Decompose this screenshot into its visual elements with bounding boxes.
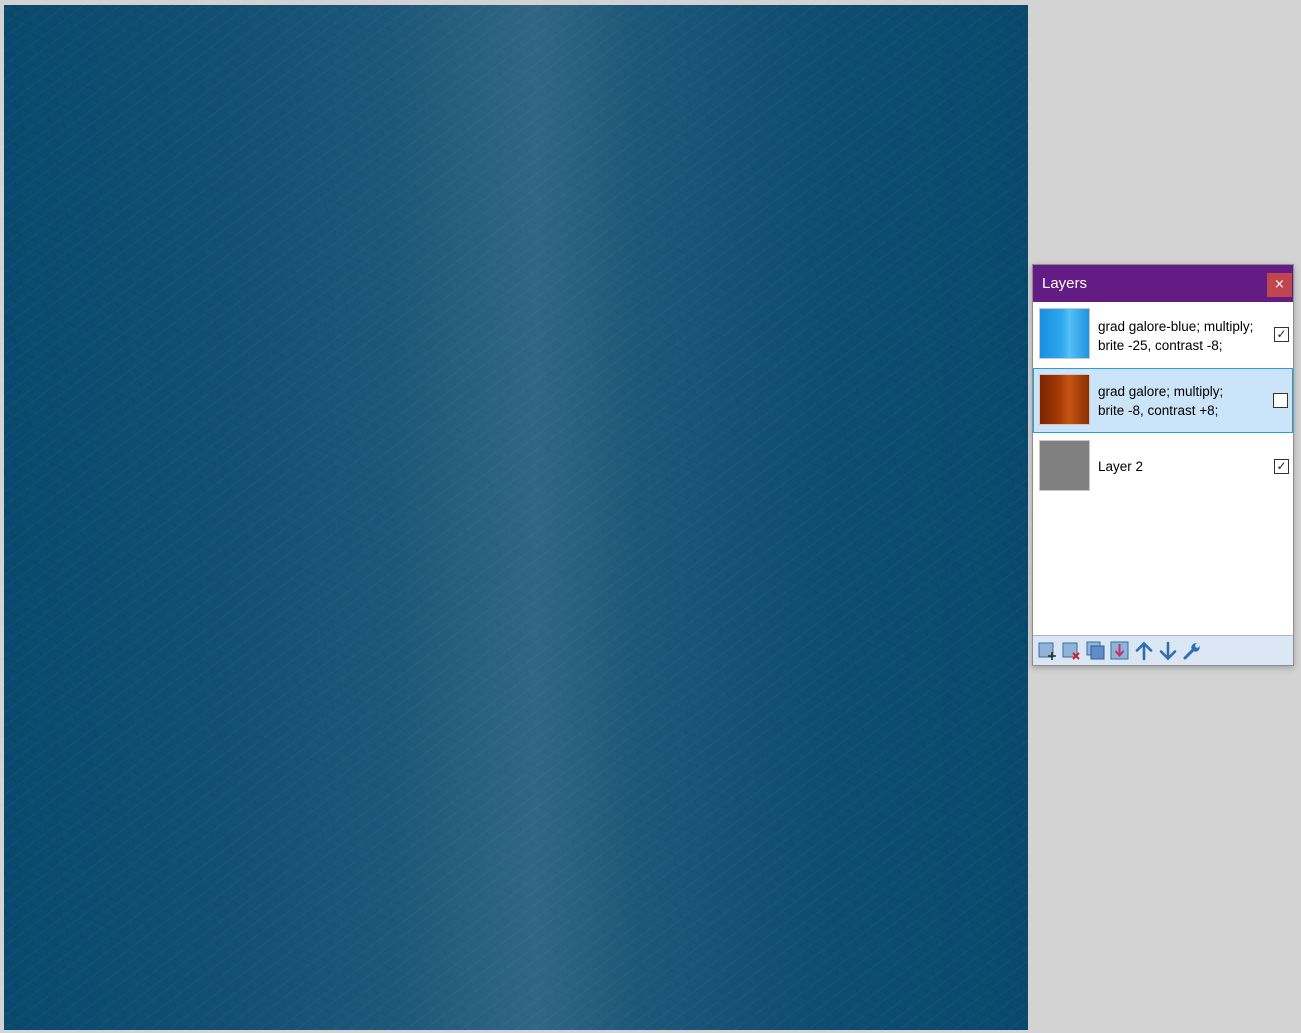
layer-name: grad galore-blue; multiply; brite -25, c… [1098,317,1270,355]
layer-thumbnail [1039,308,1090,359]
move-layer-up-icon [1134,641,1154,661]
layer-name-line: brite -8, contrast +8; [1098,403,1219,418]
move-layer-up-button[interactable] [1134,641,1154,661]
layer-row-2[interactable]: grad galore; multiply; brite -8, contras… [1033,368,1293,433]
duplicate-layer-button[interactable] [1086,641,1106,661]
duplicate-layer-icon [1086,641,1106,661]
layer-thumbnail [1039,440,1090,491]
close-button[interactable]: × [1267,273,1292,297]
layer-name-line: grad galore; multiply; [1098,384,1224,399]
layer-visibility-checkbox[interactable]: ✓ [1274,327,1289,342]
layer-name: Layer 2 [1098,457,1270,476]
merge-layer-down-button[interactable] [1110,641,1130,661]
layer-name: grad galore; multiply; brite -8, contras… [1098,382,1270,420]
layers-panel-title: Layers [1042,275,1088,292]
layer-visibility-checkbox[interactable] [1273,393,1288,408]
layers-panel-titlebar[interactable]: Layers × [1033,265,1293,302]
layer-visibility-checkbox[interactable]: ✓ [1274,459,1289,474]
layers-toolbar [1033,635,1293,665]
layer-name-line: grad galore-blue; multiply; [1098,319,1254,334]
layer-row-1[interactable]: grad galore-blue; multiply; brite -25, c… [1033,302,1293,367]
merge-layer-down-icon [1110,641,1130,661]
add-layer-button[interactable] [1038,641,1058,661]
move-layer-down-icon [1158,641,1178,661]
layer-name-line: Layer 2 [1098,459,1144,474]
layers-panel: Layers × grad galore-blue; multiply; bri… [1032,264,1294,666]
delete-layer-icon [1062,641,1082,661]
add-layer-icon [1038,641,1058,661]
layer-properties-button[interactable] [1182,641,1202,661]
layer-name-line: brite -25, contrast -8; [1098,338,1223,353]
layer-properties-icon [1182,641,1202,661]
layers-list: grad galore-blue; multiply; brite -25, c… [1033,302,1293,635]
layer-row-3[interactable]: Layer 2 ✓ [1033,434,1293,499]
delete-layer-button[interactable] [1062,641,1082,661]
move-layer-down-button[interactable] [1158,641,1178,661]
workspace: Layers × grad galore-blue; multiply; bri… [0,0,1301,1033]
image-canvas[interactable] [4,5,1028,1030]
layer-thumbnail [1039,374,1090,425]
